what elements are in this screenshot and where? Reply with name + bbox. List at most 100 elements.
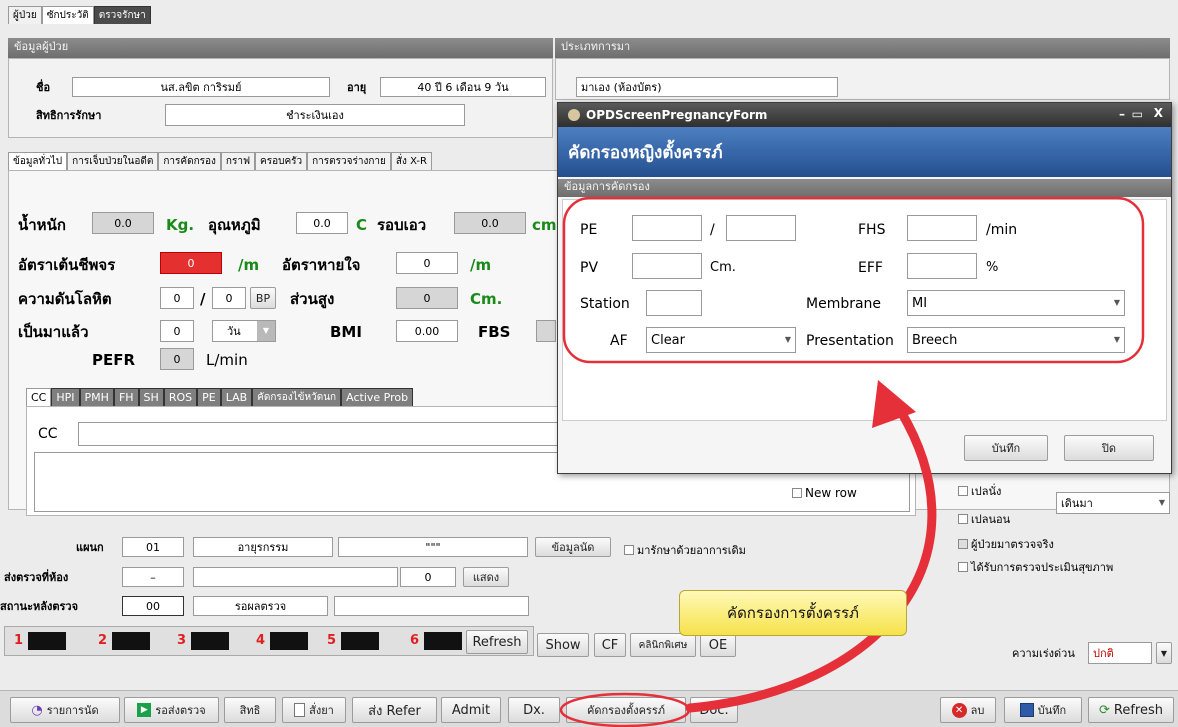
status-code-field[interactable]: 00 [122,596,184,616]
tab-past-illness[interactable]: การเจ็บป่วยในอดีต [67,152,159,170]
doc-button[interactable]: Doc. [690,697,738,723]
special-clinic-button[interactable]: คลินิกพิเศษ [630,633,696,657]
refresh-label: Refresh [1113,702,1163,718]
waist-field[interactable]: 0.0 [454,212,526,234]
resp-field[interactable]: 0 [396,252,458,274]
pefr-field[interactable]: 0 [160,348,194,370]
queue-slot-5 [341,632,379,650]
tab-lab[interactable]: LAB [220,388,253,408]
presentation-select[interactable]: Breech ▼ [907,327,1125,353]
play-icon: ▶ [137,703,152,717]
new-row-checkbox[interactable]: New row [792,486,857,500]
wheelchair-checkbox[interactable]: เปลนั่ง [958,482,1001,500]
oe-button[interactable]: OE [700,633,736,657]
tab-cc[interactable]: CC [26,388,52,408]
fbs-label: FBS [478,323,511,341]
stretcher-label: เปลนอน [971,513,1011,526]
health-assessment-checkbox[interactable]: ได้รับการตรวจประเมินสุขภาพ [958,558,1113,576]
temp-field[interactable]: 0.0 [296,212,348,234]
appointment-info-button[interactable]: ข้อมูลนัด [535,537,611,557]
membrane-select[interactable]: MI ▼ [907,290,1125,316]
age-label: อายุ [347,81,367,94]
show-button[interactable]: แสดง [463,567,509,587]
weight-field[interactable]: 0.0 [92,212,154,234]
delete-label: ลบ [970,704,985,717]
tab-fh[interactable]: FH [113,388,139,408]
temp-unit: C [356,216,368,234]
status-extra-field [334,596,529,616]
tab-general[interactable]: ข้อมูลทั่วไป [8,152,68,170]
cc-input[interactable] [78,422,558,446]
presentation-value: Breech [912,332,958,348]
dialog-save-button[interactable]: บันทึก [964,435,1048,461]
tab-sh[interactable]: SH [138,388,164,408]
bmi-label: BMI [330,323,362,341]
maximize-icon[interactable]: ▭ [1132,107,1143,121]
tab-xray[interactable]: สั่ง X-R [390,152,432,170]
station-field[interactable] [646,290,702,316]
wait-exam-label: รอส่งตรวจ [155,704,206,717]
pe-field-2[interactable] [726,215,796,241]
tab-physical-exam[interactable]: การตรวจร่างกาย [307,152,391,170]
send-room-code-field[interactable]: – [122,567,184,587]
queue-refresh-button[interactable]: Refresh [466,630,528,654]
duration-label: เป็นมาแล้ว [18,323,89,341]
tab-history[interactable]: ซักประวัติ [41,6,94,24]
duration-unit-select[interactable]: วัน ▼ [212,320,276,342]
bp-diastolic-field[interactable]: 0 [212,287,246,309]
real-patient-checkbox[interactable]: ผู้ป่วยมาตรวจจริง [958,535,1054,553]
tab-ros[interactable]: ROS [163,388,198,408]
tab-pe[interactable]: PE [197,388,221,408]
new-row-label: New row [805,486,857,500]
bp-button[interactable]: BP [250,287,276,309]
tab-patient[interactable]: ผู้ป่วย [8,6,42,24]
pv-field[interactable] [632,253,702,279]
chevron-down-icon[interactable]: ▼ [257,321,275,341]
dept-code-field[interactable]: 01 [122,537,184,557]
urgency-dropdown-icon[interactable]: ▼ [1156,642,1172,664]
eff-field[interactable] [907,253,977,279]
tab-pmh[interactable]: PMH [79,388,114,408]
queue-number-1: 1 [14,633,24,648]
pulse-field[interactable]: 0 [160,252,222,274]
annotation-callout: คัดกรองการตั้งครรภ์ [679,590,907,636]
tab-graph[interactable]: กราฟ [220,152,256,170]
af-select[interactable]: Clear ▼ [646,327,796,353]
refer-button[interactable]: ส่ง Refer [352,697,437,723]
dialog-close-button[interactable]: ปิด [1064,435,1154,461]
wait-exam-button[interactable]: ▶ รอส่งตรวจ [124,697,219,723]
height-label: ส่วนสูง [290,290,335,308]
close-icon[interactable]: X [1154,106,1163,120]
tab-bird-flu[interactable]: คัดกรองไข้หวัดนก [252,388,342,408]
order-drug-button[interactable]: สั่งยา [282,697,346,723]
save-button[interactable]: บันทึก [1004,697,1082,723]
urgency-field[interactable]: ปกติ [1088,642,1152,664]
pregnancy-screening-button[interactable]: คัดกรองตั้งครรภ์ [566,697,686,723]
tab-family[interactable]: ครอบครัว [255,152,308,170]
fhs-field[interactable] [907,215,977,241]
refresh-button[interactable]: ⟳ Refresh [1088,697,1174,723]
height-field[interactable]: 0 [396,287,458,309]
appointments-button[interactable]: ◔ รายการนัด [10,697,120,723]
pe-field-1[interactable] [632,215,702,241]
admit-button[interactable]: Admit [441,697,501,723]
duration-field[interactable]: 0 [160,320,194,342]
tab-hpi[interactable]: HPI [51,388,80,408]
arrival-mode-value: เดินมา [1061,496,1093,510]
pulse-unit: /m [238,256,260,274]
old-symptom-checkbox[interactable]: มารักษาด้วยอาการเดิม [624,541,746,559]
cf-button[interactable]: CF [594,633,626,657]
arrival-mode-select[interactable]: เดินมา ▼ [1056,492,1170,514]
bp-systolic-field[interactable]: 0 [160,287,194,309]
fbs-field[interactable] [536,320,556,342]
tab-screening[interactable]: การคัดกรอง [158,152,221,170]
tab-active-problem[interactable]: Active Prob [341,388,414,408]
dx-button[interactable]: Dx. [508,697,560,723]
queue-show-button[interactable]: Show [537,633,589,657]
rights-button[interactable]: สิทธิ [224,697,276,723]
tab-treatment[interactable]: ตรวจรักษา [93,6,151,24]
minimize-icon[interactable]: – [1119,107,1125,121]
stretcher-checkbox[interactable]: เปลนอน [958,510,1010,528]
eff-label: EFF [858,260,883,276]
delete-button[interactable]: ✕ ลบ [940,697,996,723]
